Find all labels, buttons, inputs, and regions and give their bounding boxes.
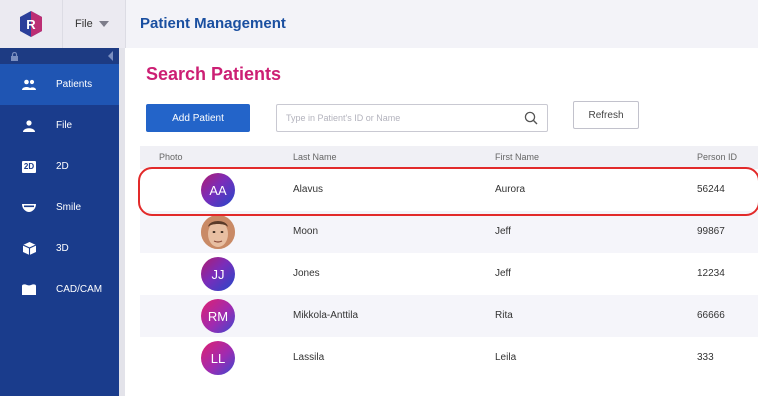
column-header-photo[interactable]: Photo bbox=[159, 152, 183, 162]
cell-person-id: 12234 bbox=[697, 268, 725, 279]
chevron-down-icon bbox=[98, 21, 109, 27]
cell-last-name: Alavus bbox=[293, 184, 324, 195]
cube-icon bbox=[22, 242, 36, 256]
cell-last-name: Jones bbox=[293, 268, 320, 279]
tooth-icon bbox=[22, 283, 36, 297]
sidebar-item-label: CAD/CAM bbox=[56, 284, 103, 295]
sidebar: Patients File 2D 2D Smile 3D CAD/CAM bbox=[0, 48, 119, 396]
smile-icon bbox=[22, 201, 36, 215]
sidebar-item-label: File bbox=[56, 120, 73, 131]
sidebar-item-3d[interactable]: 3D bbox=[0, 228, 119, 269]
search-input[interactable] bbox=[277, 105, 517, 131]
page-title: Search Patients bbox=[146, 64, 282, 84]
sidebar-header bbox=[0, 48, 119, 64]
avatar: RM bbox=[201, 299, 235, 333]
search-icon[interactable] bbox=[524, 111, 538, 125]
cell-person-id: 333 bbox=[697, 352, 714, 363]
table-row[interactable]: JJ Jones Jeff 12234 bbox=[140, 253, 758, 295]
person-icon bbox=[22, 119, 36, 133]
avatar-photo bbox=[201, 215, 235, 249]
column-header-person-id[interactable]: Person ID bbox=[697, 152, 737, 162]
table-row[interactable]: AA Alavus Aurora 56244 bbox=[140, 169, 758, 211]
refresh-button[interactable]: Refresh bbox=[573, 101, 639, 129]
cell-last-name: Moon bbox=[293, 226, 319, 237]
table-row[interactable]: RM Mikkola-Anttila Rita 66666 bbox=[140, 295, 758, 337]
app-title: Patient Management bbox=[140, 15, 286, 32]
avatar: JJ bbox=[201, 257, 235, 291]
cell-last-name: Lassila bbox=[293, 352, 325, 363]
2d-icon: 2D bbox=[21, 160, 37, 173]
avatar: LL bbox=[201, 341, 235, 375]
sidebar-item-smile[interactable]: Smile bbox=[0, 187, 119, 228]
main-content: Search Patients Add Patient Refresh Phot… bbox=[125, 48, 758, 396]
cell-person-id: 66666 bbox=[697, 310, 725, 321]
cell-first-name: Aurora bbox=[495, 184, 526, 195]
cell-person-id: 56244 bbox=[697, 184, 725, 195]
sidebar-item-patients[interactable]: Patients bbox=[0, 64, 119, 105]
search-box bbox=[276, 104, 548, 132]
patients-table: Photo Last Name First Name Person ID AA … bbox=[140, 146, 758, 379]
app-logo[interactable]: R bbox=[0, 0, 62, 48]
file-menu-label: File bbox=[75, 18, 93, 30]
table-row[interactable]: Moon Jeff 99867 bbox=[140, 211, 758, 253]
sidebar-item-cadcam[interactable]: CAD/CAM bbox=[0, 269, 119, 310]
column-header-last-name[interactable]: Last Name bbox=[293, 152, 337, 162]
sidebar-item-2d[interactable]: 2D 2D bbox=[0, 146, 119, 187]
people-icon bbox=[22, 78, 36, 92]
avatar: AA bbox=[201, 173, 235, 207]
top-bar: R File Patient Management bbox=[0, 0, 758, 48]
sidebar-item-label: Patients bbox=[56, 79, 93, 90]
cell-first-name: Rita bbox=[495, 310, 513, 321]
sidebar-item-label: Smile bbox=[56, 202, 82, 213]
file-menu[interactable]: File bbox=[62, 0, 126, 48]
sidebar-item-label: 2D bbox=[56, 161, 69, 172]
logo-icon: R bbox=[20, 11, 42, 37]
sidebar-item-file[interactable]: File bbox=[0, 105, 119, 146]
table-header: Photo Last Name First Name Person ID bbox=[140, 146, 758, 169]
collapse-sidebar-icon[interactable] bbox=[108, 51, 113, 61]
app-window: R File Patient Management Patients File … bbox=[0, 0, 758, 396]
cell-last-name: Mikkola-Anttila bbox=[293, 310, 359, 321]
svg-text:R: R bbox=[26, 17, 36, 32]
lock-icon[interactable] bbox=[11, 52, 18, 61]
column-header-first-name[interactable]: First Name bbox=[495, 152, 539, 162]
cell-first-name: Jeff bbox=[495, 268, 511, 279]
add-patient-button[interactable]: Add Patient bbox=[146, 104, 250, 132]
table-row[interactable]: LL Lassila Leila 333 bbox=[140, 337, 758, 379]
sidebar-item-label: 3D bbox=[56, 243, 69, 254]
cell-first-name: Leila bbox=[495, 352, 517, 363]
cell-person-id: 99867 bbox=[697, 226, 725, 237]
cell-first-name: Jeff bbox=[495, 226, 511, 237]
